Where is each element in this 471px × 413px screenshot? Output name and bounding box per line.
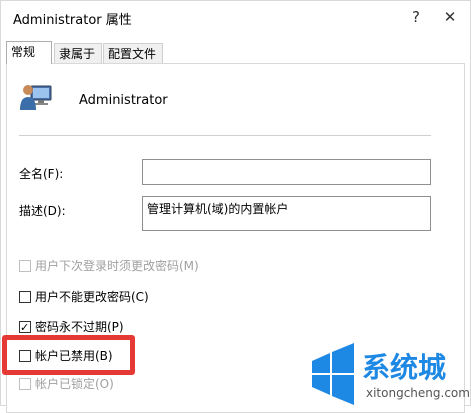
fullname-input[interactable] xyxy=(142,159,431,185)
option-must-change-password[interactable]: 用户下次登录时须更改密码(M) xyxy=(19,257,199,275)
site-watermark: 系统城 xitongcheng.com xyxy=(306,341,471,407)
option-cannot-change-password-label: 用户不能更改密码(C) xyxy=(35,290,149,304)
option-must-change-password-label: 用户下次登录时须更改密码(M) xyxy=(35,259,199,273)
user-avatar-icon xyxy=(19,79,53,113)
checkbox-cannot-change-password[interactable] xyxy=(19,291,31,303)
option-account-locked[interactable]: 帐户已锁定(O) xyxy=(19,375,114,393)
description-input[interactable]: 管理计算机(域)的内置帐户 xyxy=(142,196,431,231)
help-button[interactable]: ? xyxy=(401,5,431,29)
option-account-locked-label: 帐户已锁定(O) xyxy=(35,377,114,391)
section-divider xyxy=(19,135,431,136)
tab-member-of[interactable]: 隶属于 xyxy=(54,43,102,63)
checkbox-must-change-password[interactable] xyxy=(19,260,31,272)
checkbox-password-never-expires[interactable] xyxy=(19,319,31,337)
close-button[interactable]: ✕ xyxy=(435,5,465,29)
window-title: Administrator 属性 xyxy=(13,13,132,28)
watermark-brand: 系统城 xyxy=(362,351,446,384)
windows-logo-icon xyxy=(312,343,354,405)
watermark-url: xitongcheng.com xyxy=(366,386,470,400)
username-label: Administrator xyxy=(79,93,168,108)
checkbox-account-locked[interactable] xyxy=(19,378,31,390)
option-password-never-expires-label: 密码永不过期(P) xyxy=(35,320,124,334)
properties-dialog: Administrator 属性 ? ✕ 常规 隶属于 配置文件 Adminis… xyxy=(0,0,471,413)
option-password-never-expires[interactable]: 密码永不过期(P) xyxy=(19,318,124,337)
tab-general[interactable]: 常规 xyxy=(6,41,52,64)
highlight-box xyxy=(2,335,135,375)
title-bar: Administrator 属性 ? ✕ xyxy=(1,1,470,35)
tab-profile[interactable]: 配置文件 xyxy=(103,43,163,63)
option-cannot-change-password[interactable]: 用户不能更改密码(C) xyxy=(19,288,149,306)
fullname-label: 全名(F): xyxy=(19,167,64,181)
description-label: 描述(D): xyxy=(19,204,66,218)
